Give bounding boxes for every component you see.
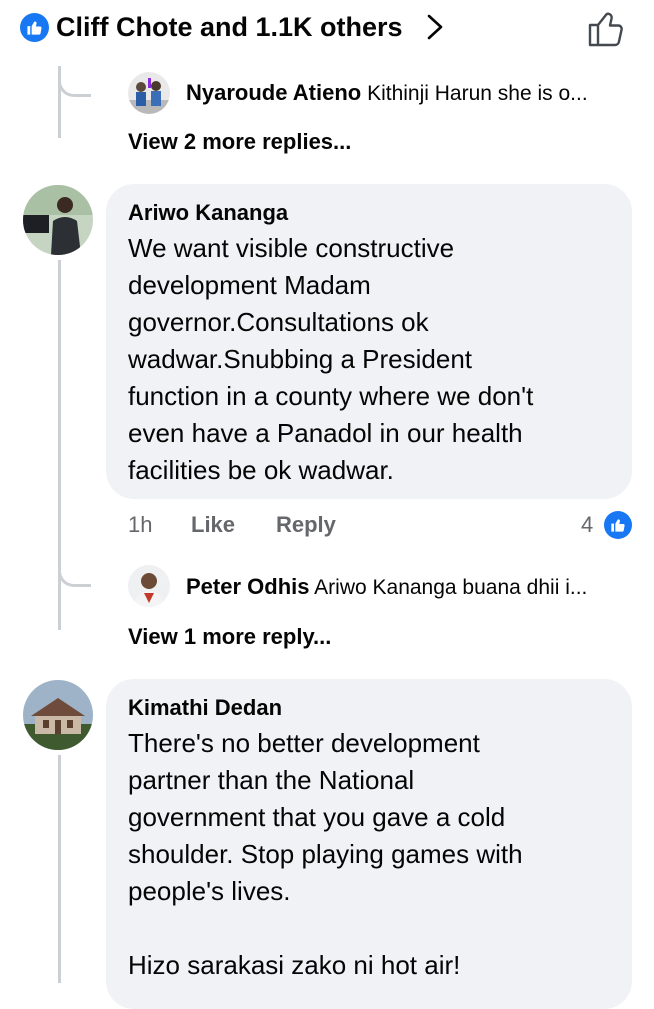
- comment-text: There's no better development partner th…: [128, 728, 523, 980]
- reply-text[interactable]: Kithinji Harun she is o...: [367, 82, 588, 105]
- reaction-count[interactable]: 4: [581, 512, 593, 538]
- avatar[interactable]: [23, 680, 93, 750]
- thumbs-up-outline-icon[interactable]: [586, 8, 628, 48]
- comment-author[interactable]: Ariwo Kananga: [128, 199, 288, 227]
- view-more-replies-link[interactable]: View 1 more reply...: [128, 624, 331, 650]
- comment-author[interactable]: Kimathi Dedan: [128, 694, 282, 722]
- reply-text[interactable]: Ariwo Kananga buana dhii i...: [314, 576, 587, 599]
- view-more-replies-link[interactable]: View 2 more replies...: [128, 129, 351, 155]
- thread-connector: [58, 556, 91, 587]
- avatar[interactable]: [23, 185, 93, 255]
- like-icon: [604, 511, 632, 539]
- comment-bubble: Ariwo Kananga We want visible constructi…: [106, 184, 632, 499]
- chevron-right-icon[interactable]: [424, 12, 446, 42]
- comment-text: We want visible constructive development…: [128, 233, 534, 485]
- reply-button[interactable]: Reply: [276, 512, 336, 538]
- thread-line: [58, 755, 61, 983]
- like-button[interactable]: Like: [191, 512, 235, 538]
- thread-connector: [58, 66, 91, 97]
- avatar[interactable]: [128, 565, 170, 607]
- comment-timestamp: 1h: [128, 512, 153, 537]
- avatar[interactable]: [128, 72, 170, 114]
- comment-bubble: Kimathi Dedan There's no better developm…: [106, 679, 632, 1009]
- reply-author[interactable]: Peter Odhis: [186, 574, 309, 599]
- like-reaction-icon: [20, 13, 49, 42]
- reactions-summary[interactable]: Cliff Chote and 1.1K others: [56, 10, 403, 44]
- reply-author[interactable]: Nyaroude Atieno: [186, 80, 361, 105]
